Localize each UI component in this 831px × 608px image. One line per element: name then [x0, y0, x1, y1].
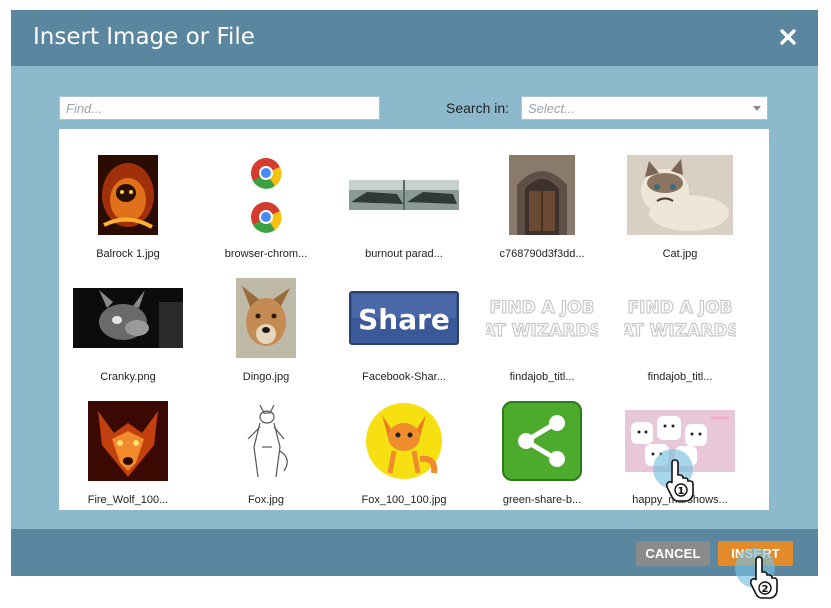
- file-name: Balrock 1.jpg: [96, 248, 160, 260]
- file-tile[interactable]: Fire_Wolf_100...: [59, 393, 197, 513]
- close-icon[interactable]: [778, 27, 798, 47]
- search-in-select[interactable]: Select...: [521, 96, 768, 120]
- findajob-line1: FIND A JOB: [627, 298, 732, 318]
- file-thumbnail: [611, 147, 749, 243]
- file-name: browser-chrom...: [224, 248, 308, 260]
- chrome-logo-image: [249, 155, 283, 235]
- file-tile[interactable]: c768790d3f3dd...: [473, 147, 611, 267]
- file-tile[interactable]: burnout parad...: [335, 147, 473, 267]
- dingo-image: [236, 278, 296, 358]
- file-name: Dingo.jpg: [242, 371, 290, 383]
- file-thumbnail: [197, 393, 335, 489]
- facebook-share-image: Share: [349, 291, 459, 345]
- findajob-line2: AT WIZARDS: [486, 321, 598, 341]
- file-name: Fire_Wolf_100...: [87, 494, 169, 506]
- file-name: Cranky.png: [100, 371, 156, 383]
- file-name: Cat.jpg: [662, 248, 698, 260]
- chevron-down-icon: [753, 106, 761, 111]
- findajob-title-image: FIND A JOB AT WIZARDS: [486, 297, 598, 341]
- share-icon: [502, 401, 582, 481]
- file-name: Fox_100_100.jpg: [361, 494, 447, 506]
- findajob-title-image: FIND A JOB AT WIZARDS: [624, 297, 736, 341]
- select-placeholder: Select...: [528, 101, 575, 116]
- file-thumbnail: FIND A JOB AT WIZARDS: [611, 270, 749, 366]
- file-thumbnail: [197, 270, 335, 366]
- file-thumbnail: Share: [335, 270, 473, 366]
- hand-cursor-icon: 2: [749, 556, 778, 599]
- file-thumbnail: [59, 270, 197, 366]
- file-tile[interactable]: Cat.jpg: [611, 147, 749, 267]
- file-thumbnail: [335, 393, 473, 489]
- burnout-image: [349, 180, 459, 210]
- file-thumbnail: [59, 393, 197, 489]
- share-thumb-text: Share: [358, 303, 450, 336]
- file-name: Facebook-Shar...: [362, 371, 446, 383]
- file-name: green-share-b...: [502, 494, 582, 506]
- balrog-image: [98, 155, 158, 235]
- file-thumbnail: [59, 147, 197, 243]
- find-input[interactable]: [59, 96, 380, 120]
- file-tile[interactable]: browser-chrom...: [197, 147, 335, 267]
- file-tile[interactable]: FIND A JOB AT WIZARDS findajob_titl...: [611, 270, 749, 390]
- fox-sketch-image: [238, 401, 294, 481]
- file-name: c768790d3f3dd...: [499, 248, 585, 260]
- step-number: 1: [678, 486, 685, 497]
- file-tile[interactable]: FIND A JOB AT WIZARDS findajob_titl...: [473, 270, 611, 390]
- file-name: findajob_titl...: [509, 371, 575, 383]
- file-tile[interactable]: Dingo.jpg: [197, 270, 335, 390]
- cranky-donkey-image: [73, 288, 183, 348]
- dialog-titlebar: Insert Image or File: [11, 10, 818, 66]
- insert-image-dialog: Insert Image or File Search in: Select..…: [11, 10, 818, 576]
- dialog-footer: CANCEL INSERT: [11, 529, 818, 576]
- step-number: 2: [762, 584, 769, 595]
- file-tile[interactable]: green-share-b...: [473, 393, 611, 513]
- file-tile[interactable]: Fox.jpg: [197, 393, 335, 513]
- file-thumbnail: FIND A JOB AT WIZARDS: [473, 270, 611, 366]
- file-thumbnail: [473, 147, 611, 243]
- hand-cursor-icon: 1: [665, 459, 694, 502]
- cancel-button[interactable]: CANCEL: [636, 541, 710, 566]
- file-tile[interactable]: Balrock 1.jpg: [59, 147, 197, 267]
- findajob-line1: FIND A JOB: [489, 298, 594, 318]
- fox-cartoon-image: [366, 403, 442, 479]
- file-thumbnail: [335, 147, 473, 243]
- dialog-title: Insert Image or File: [33, 24, 255, 50]
- file-tile[interactable]: Fox_100_100.jpg: [335, 393, 473, 513]
- grumpy-cat-image: [627, 155, 733, 235]
- findajob-line2: AT WIZARDS: [624, 321, 736, 341]
- fire-wolf-image: [88, 401, 168, 481]
- file-thumbnail: [197, 147, 335, 243]
- stone-door-image: [509, 155, 575, 235]
- file-name: findajob_titl...: [647, 371, 713, 383]
- file-tile[interactable]: Cranky.png: [59, 270, 197, 390]
- file-name: burnout parad...: [365, 248, 443, 260]
- file-thumbnail: [473, 393, 611, 489]
- file-tile[interactable]: Share Facebook-Shar...: [335, 270, 473, 390]
- search-in-label: Search in:: [446, 100, 510, 116]
- file-name: Fox.jpg: [247, 494, 285, 506]
